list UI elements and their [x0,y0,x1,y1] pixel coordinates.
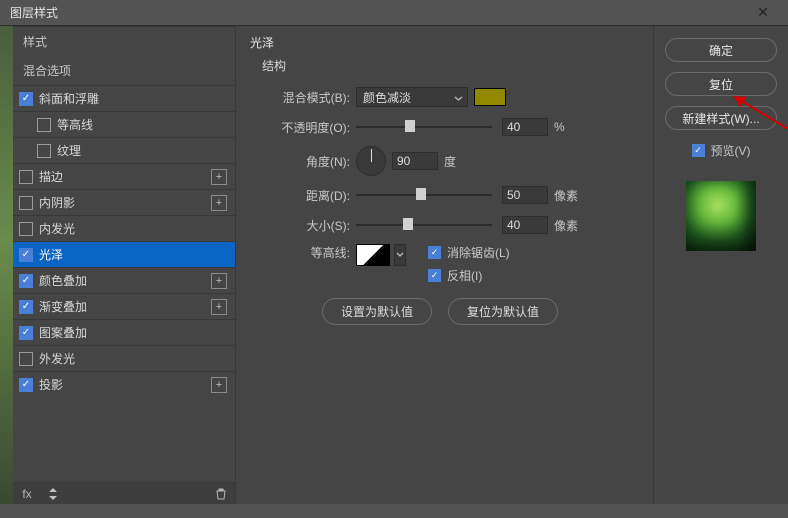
sidebar-item[interactable]: 纹理 [13,137,235,163]
close-icon: ✕ [757,4,769,21]
sidebar-footer: fx [13,482,235,504]
titlebar: 图层样式 ✕ [0,0,788,26]
blend-mode-select[interactable]: 颜色减淡 [356,87,468,107]
settings-panel: 光泽 结构 混合模式(B): 颜色减淡 不透明度(O): [235,26,653,504]
fx-icon[interactable]: fx [19,486,35,502]
sidebar-item[interactable]: 等高线 [13,111,235,137]
color-swatch[interactable] [474,88,506,106]
sidebar-item[interactable]: 投影+ [13,371,235,397]
style-checkbox[interactable] [19,378,33,392]
opacity-input[interactable]: 40 [502,118,548,136]
sidebar-item[interactable]: 描边+ [13,163,235,189]
style-checkbox[interactable] [19,170,33,184]
styles-sidebar: 样式 混合选项 斜面和浮雕等高线纹理描边+内阴影+内发光光泽颜色叠加+渐变叠加+… [13,26,235,504]
sidebar-item-label: 斜面和浮雕 [39,90,227,107]
style-checkbox[interactable] [37,144,51,158]
contour-picker[interactable] [356,244,390,266]
contour-label: 等高线: [252,244,350,261]
sidebar-item-label: 渐变叠加 [39,298,211,315]
distance-slider[interactable] [356,188,492,202]
sidebar-item[interactable]: 外发光 [13,345,235,371]
style-checkbox[interactable] [37,118,51,132]
sidebar-item-label: 内发光 [39,220,227,237]
style-checkbox[interactable] [19,274,33,288]
sidebar-item-label: 投影 [39,376,211,393]
sidebar-item-label: 光泽 [39,246,227,263]
antialias-row[interactable]: 消除锯齿(L) [428,244,510,261]
trash-icon[interactable] [213,486,229,502]
sidebar-item[interactable]: 斜面和浮雕 [13,85,235,111]
invert-label: 反相(I) [447,267,482,284]
style-checkbox[interactable] [19,196,33,210]
reset-button[interactable]: 复位 [665,72,777,96]
distance-unit: 像素 [554,187,578,204]
angle-dial[interactable] [356,146,386,176]
opacity-slider[interactable] [356,120,492,134]
add-effect-button[interactable]: + [211,169,227,185]
sidebar-item[interactable]: 颜色叠加+ [13,267,235,293]
sidebar-item[interactable]: 内发光 [13,215,235,241]
sidebar-item-label: 颜色叠加 [39,272,211,289]
sidebar-item[interactable]: 内阴影+ [13,189,235,215]
contour-caret[interactable] [394,244,406,266]
sidebar-list: 斜面和浮雕等高线纹理描边+内阴影+内发光光泽颜色叠加+渐变叠加+图案叠加外发光投… [13,85,235,482]
set-default-button[interactable]: 设置为默认值 [322,298,432,325]
opacity-label: 不透明度(O): [252,119,350,136]
size-input[interactable]: 40 [502,216,548,234]
add-effect-button[interactable]: + [211,299,227,315]
size-slider[interactable] [356,218,492,232]
invert-checkbox[interactable] [428,269,441,282]
angle-unit: 度 [444,153,456,170]
preview-checkbox[interactable] [692,144,705,157]
ok-button[interactable]: 确定 [665,38,777,62]
panel-title: 光泽 [250,34,643,51]
style-checkbox[interactable] [19,248,33,262]
right-column: 确定 复位 新建样式(W)... 预览(V) [653,26,788,504]
style-checkbox[interactable] [19,92,33,106]
left-color-strip [0,26,13,504]
style-checkbox[interactable] [19,222,33,236]
style-checkbox[interactable] [19,352,33,366]
sidebar-styles-header[interactable]: 样式 [13,26,235,56]
invert-row[interactable]: 反相(I) [428,267,510,284]
reset-default-button[interactable]: 复位为默认值 [448,298,558,325]
sidebar-item-label: 内阴影 [39,194,211,211]
sidebar-item[interactable]: 图案叠加 [13,319,235,345]
sidebar-item-label: 描边 [39,168,211,185]
style-checkbox[interactable] [19,326,33,340]
sidebar-item-label: 纹理 [57,142,227,159]
new-style-button[interactable]: 新建样式(W)... [665,106,777,130]
add-effect-button[interactable]: + [211,377,227,393]
antialias-label: 消除锯齿(L) [447,244,510,261]
close-button[interactable]: ✕ [744,2,782,24]
add-effect-button[interactable]: + [211,273,227,289]
chevron-down-icon [454,92,463,106]
blend-mode-label: 混合模式(B): [252,89,350,106]
angle-input[interactable]: 90 [392,152,438,170]
distance-label: 距离(D): [252,187,350,204]
style-checkbox[interactable] [19,300,33,314]
angle-label: 角度(N): [252,153,350,170]
preview-thumbnail [686,181,756,251]
dialog-title: 图层样式 [10,4,744,21]
size-unit: 像素 [554,217,578,234]
layer-style-dialog: 图层样式 ✕ 样式 混合选项 斜面和浮雕等高线纹理描边+内阴影+内发光光泽颜色叠… [0,0,788,518]
distance-input[interactable]: 50 [502,186,548,204]
arrow-updown-icon[interactable] [45,486,61,502]
blend-mode-value: 颜色减淡 [363,89,411,106]
opacity-unit: % [554,120,565,134]
sidebar-item-label: 图案叠加 [39,324,227,341]
sidebar-item-label: 外发光 [39,350,227,367]
preview-row[interactable]: 预览(V) [692,142,751,159]
sidebar-item-label: 等高线 [57,116,227,133]
group-title: 结构 [262,57,643,74]
preview-label: 预览(V) [711,142,751,159]
antialias-checkbox[interactable] [428,246,441,259]
sidebar-item[interactable]: 渐变叠加+ [13,293,235,319]
size-label: 大小(S): [252,217,350,234]
add-effect-button[interactable]: + [211,195,227,211]
sidebar-item[interactable]: 光泽 [13,241,235,267]
sidebar-blend-options[interactable]: 混合选项 [13,56,235,85]
